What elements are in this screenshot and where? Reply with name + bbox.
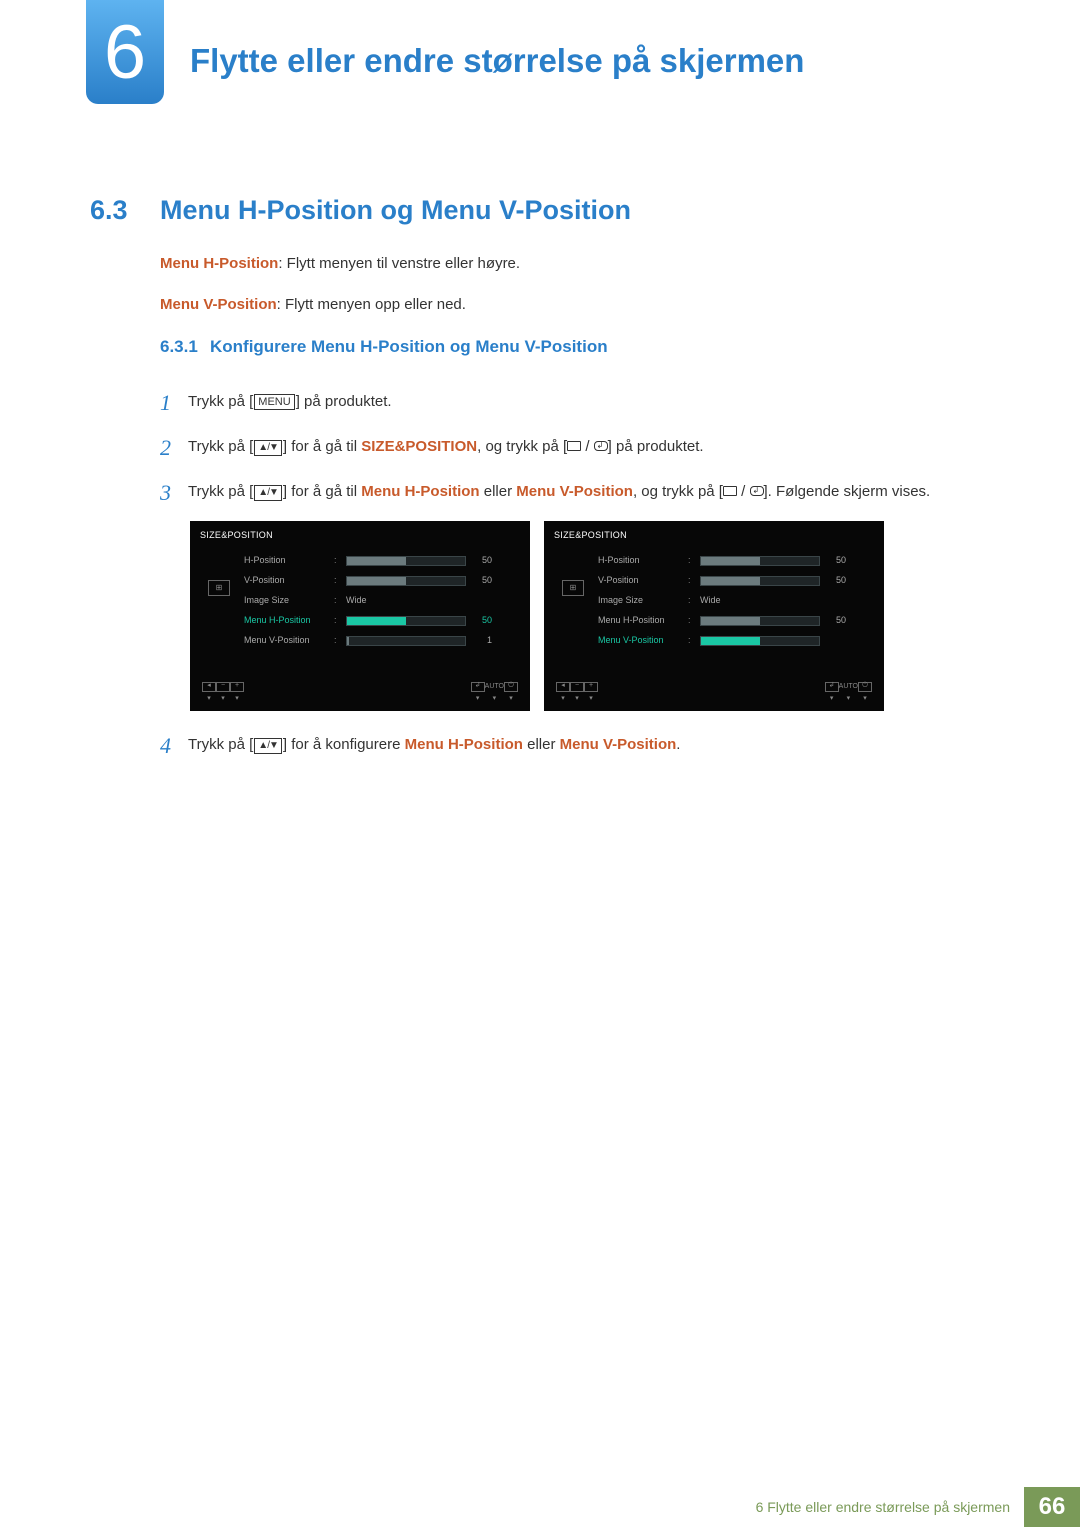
step-1: 1 Trykk på [MENU] på produktet.	[160, 386, 990, 419]
desc2-text: : Flytt menyen opp eller ned.	[277, 296, 466, 313]
s4-t2: Menu V-Position	[560, 736, 677, 753]
osd-footer: ◂▾ −▾ +▾ ↲▾ AUTO▾ ⏻▾	[190, 682, 530, 705]
osd-isize-val: Wide	[346, 594, 406, 608]
osd-back-icon: ◂	[556, 682, 570, 692]
step-3: 3 Trykk på [▲/▼] for å gå til Menu H-Pos…	[160, 476, 990, 509]
desc2-label: Menu V-Position	[160, 296, 277, 313]
s4-mid: ] for å konfigurere	[283, 736, 405, 753]
s2-pre: Trykk på [	[188, 438, 253, 455]
desc1-text: : Flytt menyen til venstre eller høyre.	[278, 255, 520, 272]
footer-page-number: 66	[1024, 1487, 1080, 1527]
osd-hpos-val: 50	[826, 554, 846, 568]
osd-footer: ◂▾ −▾ +▾ ↲▾ AUTO▾ ⏻▾	[544, 682, 884, 705]
osd-screenshots: SIZE&POSITION ⊞ H-Position:50 V-Position…	[190, 521, 990, 711]
up-down-icon: ▲/▼	[254, 440, 282, 456]
screen-icon	[723, 486, 737, 496]
osd-isize-label: Image Size	[598, 594, 688, 608]
osd-auto-label: AUTO	[839, 682, 858, 693]
osd-auto-label: AUTO	[485, 682, 504, 693]
step-2: 2 Trykk på [▲/▼] for å gå til SIZE&POSIT…	[160, 431, 990, 464]
osd-vpos-val: 50	[826, 574, 846, 588]
step-3-num: 3	[160, 476, 188, 509]
s3-t2: Menu V-Position	[516, 483, 633, 500]
body-content: Menu H-Position: Flytt menyen til venstr…	[160, 253, 990, 774]
desc-hposition: Menu H-Position: Flytt menyen til venstr…	[160, 253, 990, 276]
osd-power-icon: ⏻	[504, 682, 518, 692]
step-1-text: Trykk på [MENU] på produktet.	[188, 386, 990, 414]
subsection-heading: 6.3.1 Konfigurere Menu H-Position og Men…	[160, 334, 990, 360]
osd-title-left: SIZE&POSITION	[200, 529, 520, 543]
osd-mhpos-label: Menu H-Position	[244, 614, 334, 628]
step-4-text: Trykk på [▲/▼] for å konfigurere Menu H-…	[188, 729, 990, 757]
s4-or: eller	[523, 736, 560, 753]
s3-t1: Menu H-Position	[361, 483, 479, 500]
chapter-title: Flytte eller endre størrelse på skjermen	[190, 42, 804, 80]
osd-plus-icon: +	[230, 682, 244, 692]
step-4-num: 4	[160, 729, 188, 762]
osd-mvpos-val: 1	[472, 634, 492, 648]
osd-vpos-val: 50	[472, 574, 492, 588]
s4-post: .	[676, 736, 680, 753]
s1-pre: Trykk på [	[188, 393, 253, 410]
enter-icon	[594, 441, 608, 451]
screen-icon	[567, 441, 581, 451]
step-1-num: 1	[160, 386, 188, 419]
osd-left: SIZE&POSITION ⊞ H-Position:50 V-Position…	[190, 521, 530, 711]
osd-isize-label: Image Size	[244, 594, 334, 608]
s3-post: ]. Følgende skjerm vises.	[764, 483, 931, 500]
s4-t1: Menu H-Position	[405, 736, 523, 753]
chapter-number: 6	[104, 9, 146, 96]
osd-enter-icon: ↲	[471, 682, 485, 692]
chapter-tab: 6	[86, 0, 164, 104]
enter-icon	[750, 486, 764, 496]
osd-mhpos-val: 50	[826, 614, 846, 628]
up-down-icon: ▲/▼	[254, 738, 282, 754]
osd-mvpos-label: Menu V-Position	[244, 634, 334, 648]
s3-or: eller	[480, 483, 517, 500]
s2-target: SIZE&POSITION	[361, 438, 477, 455]
osd-hpos-label: H-Position	[244, 554, 334, 568]
s2-mid: ] for å gå til	[283, 438, 361, 455]
osd-category-icon: ⊞	[562, 580, 584, 596]
s2-mid2: , og trykk på [	[477, 438, 567, 455]
s3-mid2: , og trykk på [	[633, 483, 723, 500]
subsection-title: Konfigurere Menu H-Position og Menu V-Po…	[210, 337, 608, 356]
s1-post: ] på produktet.	[296, 393, 392, 410]
osd-mvpos-label: Menu V-Position	[598, 634, 688, 648]
osd-hpos-val: 50	[472, 554, 492, 568]
osd-enter-icon: ↲	[825, 682, 839, 692]
step-2-text: Trykk på [▲/▼] for å gå til SIZE&POSITIO…	[188, 431, 990, 459]
osd-power-icon: ⏻	[858, 682, 872, 692]
menu-button-icon: MENU	[254, 394, 294, 410]
page-footer: 6 Flytte eller endre størrelse på skjerm…	[742, 1487, 1080, 1527]
osd-minus-icon: −	[570, 682, 584, 692]
osd-right: SIZE&POSITION ⊞ H-Position:50 V-Position…	[544, 521, 884, 711]
s2-post: ] på produktet.	[608, 438, 704, 455]
osd-mhpos-val: 50	[472, 614, 492, 628]
section-number: 6.3	[90, 195, 128, 226]
osd-vpos-label: V-Position	[598, 574, 688, 588]
osd-plus-icon: +	[584, 682, 598, 692]
osd-back-icon: ◂	[202, 682, 216, 692]
step-3-text: Trykk på [▲/▼] for å gå til Menu H-Posit…	[188, 476, 990, 504]
osd-isize-val: Wide	[700, 594, 760, 608]
s3-pre: Trykk på [	[188, 483, 253, 500]
section-title: Menu H-Position og Menu V-Position	[160, 195, 631, 226]
up-down-icon: ▲/▼	[254, 485, 282, 501]
step-2-num: 2	[160, 431, 188, 464]
osd-hpos-label: H-Position	[598, 554, 688, 568]
osd-title-right: SIZE&POSITION	[554, 529, 874, 543]
osd-category-icon: ⊞	[208, 580, 230, 596]
desc1-label: Menu H-Position	[160, 255, 278, 272]
steps-list: 1 Trykk på [MENU] på produktet. 2 Trykk …	[160, 386, 990, 762]
step-4: 4 Trykk på [▲/▼] for å konfigurere Menu …	[160, 729, 990, 762]
osd-minus-icon: −	[216, 682, 230, 692]
s4-pre: Trykk på [	[188, 736, 253, 753]
desc-vposition: Menu V-Position: Flytt menyen opp eller …	[160, 294, 990, 317]
footer-text: 6 Flytte eller endre størrelse på skjerm…	[742, 1487, 1024, 1527]
osd-mhpos-label: Menu H-Position	[598, 614, 688, 628]
osd-vpos-label: V-Position	[244, 574, 334, 588]
subsection-num: 6.3.1	[160, 337, 198, 356]
s3-mid: ] for å gå til	[283, 483, 361, 500]
